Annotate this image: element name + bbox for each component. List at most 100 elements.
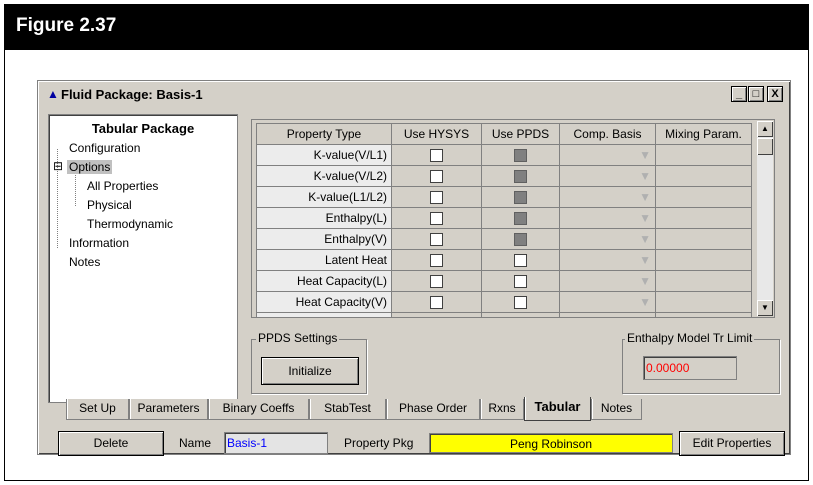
property-type-cell[interactable]: K-value(V/L1) bbox=[256, 144, 392, 166]
use-hysys-checkbox[interactable] bbox=[430, 317, 443, 318]
comp-basis-dropdown[interactable]: ▼ bbox=[559, 144, 656, 166]
comp-basis-dropdown[interactable]: ▼ bbox=[559, 207, 656, 229]
use-ppds-checkbox[interactable] bbox=[514, 296, 527, 310]
flask-icon: ▲ bbox=[47, 87, 59, 101]
vertical-scrollbar[interactable]: ▲ ▼ bbox=[757, 121, 773, 316]
use-ppds-cell bbox=[481, 144, 560, 166]
mixing-param-cell[interactable] bbox=[655, 165, 752, 187]
comp-basis-dropdown[interactable]: ▼ bbox=[559, 270, 656, 292]
edit-properties-button[interactable]: Edit Properties bbox=[679, 431, 785, 456]
use-ppds-checkbox[interactable] bbox=[514, 233, 527, 247]
tree-item-options[interactable]: Options bbox=[67, 160, 113, 174]
column-header-use-hysys[interactable]: Use HYSYS bbox=[391, 123, 482, 145]
use-hysys-checkbox[interactable] bbox=[430, 275, 443, 289]
use-ppds-checkbox[interactable] bbox=[514, 170, 527, 184]
comp-basis-dropdown[interactable]: ▼ bbox=[559, 249, 656, 271]
tree-item-thermodynamic[interactable]: Thermodynamic bbox=[87, 217, 173, 231]
use-ppds-cell bbox=[481, 165, 560, 187]
comp-basis-dropdown[interactable]: ▼ bbox=[559, 228, 656, 250]
figure-label: Figure 2.37 bbox=[16, 15, 117, 36]
use-ppds-checkbox[interactable] bbox=[514, 149, 527, 163]
title-bar[interactable]: ▲ Fluid Package: Basis-1 _ □ X bbox=[41, 84, 787, 106]
mixing-param-cell[interactable] bbox=[655, 186, 752, 208]
close-button[interactable]: X bbox=[767, 86, 783, 102]
tree-item-notes[interactable]: Notes bbox=[69, 255, 100, 269]
tab-tabular[interactable]: Tabular bbox=[524, 397, 591, 421]
comp-basis-dropdown[interactable]: ▼ bbox=[559, 165, 656, 187]
use-hysys-cell bbox=[391, 312, 482, 318]
scroll-down-icon[interactable]: ▼ bbox=[757, 300, 773, 316]
use-hysys-checkbox[interactable] bbox=[430, 191, 443, 205]
column-header-comp-basis[interactable]: Comp. Basis bbox=[559, 123, 656, 145]
enthalpy-limit-group: Enthalpy Model Tr Limit 0.00000 bbox=[622, 331, 780, 394]
expander-icon[interactable]: ⊟ bbox=[53, 159, 63, 173]
table-header-row: Property Type Use HYSYS Use PPDS Comp. B… bbox=[256, 123, 752, 145]
tab-rxns[interactable]: Rxns bbox=[480, 399, 524, 420]
name-label: Name bbox=[179, 436, 212, 450]
use-hysys-checkbox[interactable] bbox=[430, 254, 443, 268]
property-type-cell[interactable]: K-value(L1/L2) bbox=[256, 186, 392, 208]
scroll-up-icon[interactable]: ▲ bbox=[757, 121, 773, 137]
table-row: Heat Capacity(L) ▼ bbox=[256, 270, 752, 292]
property-type-cell[interactable]: Enthalpy(L) bbox=[256, 207, 392, 229]
use-ppds-checkbox[interactable] bbox=[514, 254, 527, 268]
delete-button[interactable]: Delete bbox=[58, 431, 164, 456]
tree-item-configuration[interactable]: Configuration bbox=[69, 141, 140, 155]
property-type-cell[interactable]: Latent Heat bbox=[256, 249, 392, 271]
use-hysys-cell bbox=[391, 186, 482, 208]
table-row: K-value(L1/L2) ▼ bbox=[256, 186, 752, 208]
property-pkg-field[interactable]: Peng Robinson bbox=[429, 433, 673, 453]
ppds-settings-label: PPDS Settings bbox=[256, 331, 340, 345]
column-header-property-type[interactable]: Property Type bbox=[256, 123, 392, 145]
use-ppds-checkbox[interactable] bbox=[514, 317, 527, 318]
tab-notes[interactable]: Notes bbox=[591, 399, 642, 420]
property-type-cell[interactable]: Heat Capacity(V) bbox=[256, 291, 392, 313]
property-type-cell[interactable]: K-value(V/L2) bbox=[256, 165, 392, 187]
table-row: K-value(V/L1) ▼ bbox=[256, 144, 752, 166]
use-hysys-cell bbox=[391, 165, 482, 187]
mixing-param-cell[interactable] bbox=[655, 228, 752, 250]
minimize-button[interactable]: _ bbox=[731, 86, 747, 102]
table-row: Enthalpy(L) ▼ bbox=[256, 207, 752, 229]
property-type-cell[interactable]: Enthalpy(V) bbox=[256, 228, 392, 250]
table-row: Heat of Mixing ▼ bbox=[256, 312, 752, 318]
mixing-param-cell[interactable] bbox=[655, 291, 752, 313]
tab-stabtest[interactable]: StabTest bbox=[309, 399, 386, 420]
tree-item-all-properties[interactable]: All Properties bbox=[87, 179, 158, 193]
property-type-cell[interactable]: Heat Capacity(L) bbox=[256, 270, 392, 292]
comp-basis-dropdown[interactable]: ▼ bbox=[559, 312, 656, 317]
use-ppds-cell bbox=[481, 186, 560, 208]
use-hysys-checkbox[interactable] bbox=[430, 149, 443, 163]
mixing-param-cell[interactable] bbox=[655, 207, 752, 229]
scroll-thumb[interactable] bbox=[757, 138, 773, 155]
use-ppds-checkbox[interactable] bbox=[514, 191, 527, 205]
initialize-button[interactable]: Initialize bbox=[261, 357, 359, 385]
use-ppds-checkbox[interactable] bbox=[514, 212, 527, 226]
use-hysys-checkbox[interactable] bbox=[430, 212, 443, 226]
property-type-cell[interactable]: Heat of Mixing bbox=[256, 312, 392, 317]
use-ppds-cell bbox=[481, 291, 560, 313]
maximize-button[interactable]: □ bbox=[748, 86, 764, 102]
tree-item-information[interactable]: Information bbox=[69, 236, 129, 250]
table-row: K-value(V/L2) ▼ bbox=[256, 165, 752, 187]
use-ppds-checkbox[interactable] bbox=[514, 275, 527, 289]
tab-binary-coeffs[interactable]: Binary Coeffs bbox=[208, 399, 309, 420]
enthalpy-limit-input[interactable]: 0.00000 bbox=[643, 356, 737, 380]
comp-basis-dropdown[interactable]: ▼ bbox=[559, 186, 656, 208]
mixing-param-cell[interactable] bbox=[655, 270, 752, 292]
tree-item-physical[interactable]: Physical bbox=[87, 198, 132, 212]
tab-parameters[interactable]: Parameters bbox=[129, 399, 208, 420]
column-header-mixing-param[interactable]: Mixing Param. bbox=[655, 123, 752, 145]
tab-phase-order[interactable]: Phase Order bbox=[386, 399, 480, 420]
use-hysys-checkbox[interactable] bbox=[430, 233, 443, 247]
column-header-use-ppds[interactable]: Use PPDS bbox=[481, 123, 560, 145]
comp-basis-dropdown[interactable]: ▼ bbox=[559, 291, 656, 313]
name-field[interactable]: Basis-1 bbox=[224, 432, 328, 454]
use-hysys-checkbox[interactable] bbox=[430, 170, 443, 184]
tab-setup[interactable]: Set Up bbox=[66, 399, 129, 420]
mixing-param-cell[interactable] bbox=[655, 144, 752, 166]
table-row: Latent Heat ▼ bbox=[256, 249, 752, 271]
use-hysys-checkbox[interactable] bbox=[430, 296, 443, 310]
mixing-param-cell[interactable] bbox=[655, 312, 752, 317]
mixing-param-cell[interactable] bbox=[655, 249, 752, 271]
